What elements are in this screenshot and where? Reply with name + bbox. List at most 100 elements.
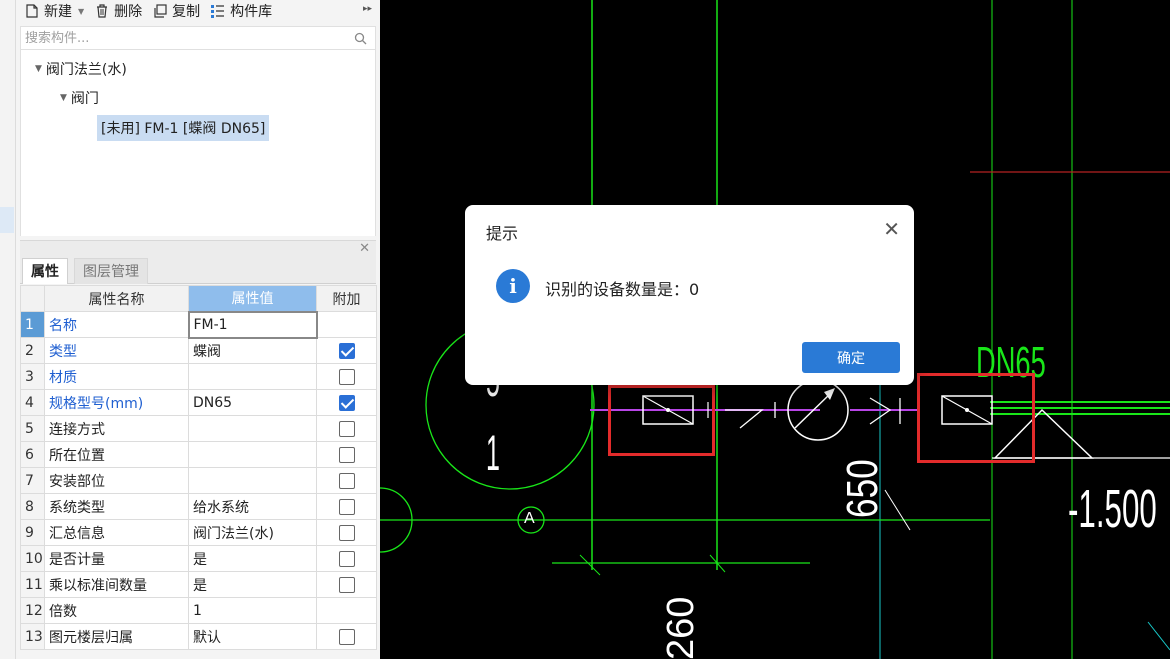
copy-button[interactable]: 复制 [152, 1, 200, 21]
table-row[interactable]: 1 名称 FM-1 [20, 310, 377, 339]
table-row[interactable]: 5 连接方式 [20, 415, 377, 442]
cad-elevation-label: -1.500 [1068, 479, 1157, 539]
property-name: 名称 [44, 311, 189, 338]
copy-icon [154, 4, 167, 18]
cad-axis-label: A [524, 510, 535, 527]
tree-node-group[interactable]: ▼ 阀门 [60, 88, 99, 108]
property-table-header: 属性名称 属性值 附加 [20, 285, 377, 312]
property-value[interactable] [188, 467, 317, 494]
search-icon[interactable] [354, 32, 367, 45]
dialog-title: 提示 [486, 224, 519, 243]
property-name: 连接方式 [44, 415, 189, 442]
dialog-message: 识别的设备数量是：0 [545, 280, 700, 299]
extra-checkbox[interactable] [338, 394, 355, 411]
extra-cell [316, 337, 377, 364]
table-row[interactable]: 2 类型 蝶阀 [20, 337, 377, 364]
close-icon[interactable]: ✕ [359, 241, 370, 256]
property-table: 属性名称 属性值 附加 1 名称 FM-1 2 类型 蝶阀 3 材质 4 规格型号(mm) DN65… [20, 285, 377, 650]
property-name: 图元楼层归属 [44, 623, 189, 650]
search-input[interactable] [21, 27, 341, 49]
cad-dimension-260: 260 [660, 596, 702, 659]
property-name: 是否计量 [44, 545, 189, 572]
delete-button[interactable]: 删除 [94, 1, 142, 21]
property-value[interactable]: 阀门法兰(水) [188, 519, 317, 546]
panel-divider: ✕ [20, 240, 376, 256]
property-value[interactable]: DN65 [188, 389, 317, 416]
header-property-name: 属性名称 [44, 285, 189, 312]
prompt-dialog: 提示 ✕ i 识别的设备数量是：0 确定 [465, 205, 914, 385]
new-button[interactable]: 新建 ▼ [24, 1, 84, 21]
new-button-label: 新建 [44, 4, 72, 20]
property-name: 汇总信息 [44, 519, 189, 546]
row-index: 9 [20, 519, 45, 546]
row-index: 3 [20, 363, 45, 390]
tree-expand-icon[interactable]: ▼ [35, 64, 42, 74]
extra-checkbox[interactable] [338, 524, 355, 541]
property-value[interactable]: 1 [188, 597, 317, 624]
property-value[interactable]: 是 [188, 571, 317, 598]
extra-checkbox[interactable] [338, 342, 355, 359]
library-button[interactable]: 构件库 [210, 1, 272, 21]
toolbar: 新建 ▼ 删除 复制 构件库 ▸▸ [16, 0, 380, 22]
property-value[interactable] [188, 441, 317, 468]
table-row[interactable]: 6 所在位置 [20, 441, 377, 468]
extra-cell [316, 597, 377, 624]
property-value[interactable]: 默认 [188, 623, 317, 650]
extra-checkbox[interactable] [338, 498, 355, 515]
table-row[interactable]: 7 安装部位 [20, 467, 377, 494]
table-row[interactable]: 8 系统类型 给水系统 [20, 493, 377, 520]
property-name: 倍数 [44, 597, 189, 624]
table-row[interactable]: 3 材质 [20, 363, 377, 390]
property-value[interactable]: 给水系统 [188, 493, 317, 520]
extra-checkbox[interactable] [338, 446, 355, 463]
extra-cell [316, 493, 377, 520]
extra-checkbox[interactable] [338, 472, 355, 489]
toolbar-overflow-icon[interactable]: ▸▸ [363, 4, 372, 14]
tree-node-root[interactable]: ▼ 阀门法兰(水) [35, 59, 127, 79]
property-value[interactable]: FM-1 [187, 310, 318, 339]
header-property-value[interactable]: 属性值 [188, 285, 317, 312]
chevron-down-icon[interactable]: ▼ [78, 7, 84, 16]
property-value[interactable] [188, 363, 317, 390]
extra-cell [316, 311, 377, 338]
extra-checkbox[interactable] [338, 576, 355, 593]
component-tree: ▼ 阀门法兰(水) ▼ 阀门 [未用] FM-1 [蝶阀 DN65] [20, 50, 376, 236]
extra-checkbox[interactable] [338, 420, 355, 437]
tree-expand-icon[interactable]: ▼ [60, 93, 67, 103]
property-value[interactable]: 是 [188, 545, 317, 572]
property-name: 规格型号(mm) [44, 389, 189, 416]
extra-checkbox[interactable] [338, 628, 355, 645]
table-row[interactable]: 12 倍数 1 [20, 597, 377, 624]
left-strip-marker [0, 207, 14, 233]
extra-checkbox[interactable] [338, 368, 355, 385]
tree-node-item-label: [未用] FM-1 [蝶阀 DN65] [97, 115, 270, 141]
property-name: 安装部位 [44, 467, 189, 494]
trash-icon [97, 4, 108, 18]
table-row[interactable]: 9 汇总信息 阀门法兰(水) [20, 519, 377, 546]
tab-layer-management[interactable]: 图层管理 [74, 258, 148, 284]
table-row[interactable]: 11 乘以标准间数量是 [20, 571, 377, 598]
extra-cell [316, 441, 377, 468]
property-value[interactable]: 蝶阀 [188, 337, 317, 364]
row-index: 5 [20, 415, 45, 442]
header-extra: 附加 [316, 285, 377, 312]
tab-properties[interactable]: 属性 [22, 258, 68, 284]
close-icon[interactable]: ✕ [883, 217, 900, 241]
table-row[interactable]: 10 是否计量是 [20, 545, 377, 572]
library-icon [211, 5, 225, 18]
row-index: 2 [20, 337, 45, 364]
row-index: 4 [20, 389, 45, 416]
table-row[interactable]: 4 规格型号(mm) DN65 [20, 389, 377, 416]
extra-checkbox[interactable] [338, 550, 355, 567]
tree-node-item[interactable]: [未用] FM-1 [蝶阀 DN65] [97, 115, 270, 141]
delete-button-label: 删除 [114, 4, 143, 20]
copy-button-label: 复制 [172, 4, 201, 20]
property-value[interactable] [188, 415, 317, 442]
property-name: 系统类型 [44, 493, 189, 520]
ok-button[interactable]: 确定 [802, 342, 900, 373]
row-index: 8 [20, 493, 45, 520]
property-name: 类型 [44, 337, 189, 364]
new-file-icon [26, 4, 38, 18]
table-row[interactable]: 13 图元楼层归属 默认 [20, 623, 377, 650]
extra-cell [316, 467, 377, 494]
